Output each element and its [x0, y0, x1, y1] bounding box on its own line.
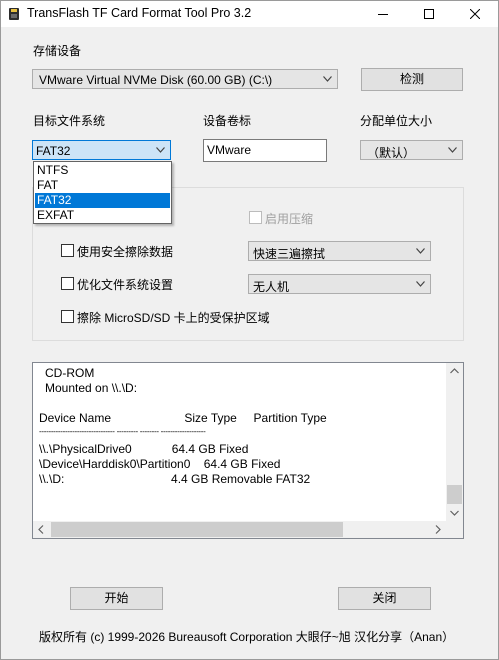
log-line: -------------------------------- -------… — [39, 427, 206, 436]
optimize-mode-select[interactable]: 无人机 — [248, 274, 431, 294]
title-bar[interactable]: TransFlash TF Card Format Tool Pro 3.2 — [1, 1, 498, 27]
scroll-corner — [446, 521, 463, 538]
copyright-text: 版权所有 (c) 1999-2026 Bureausoft Corporatio… — [39, 630, 455, 644]
allocation-size-value: （默认） — [367, 146, 416, 160]
scroll-up-icon[interactable] — [450, 368, 459, 374]
device-log[interactable]: CD-ROM Mounted on \\.\D: Device Name Siz… — [32, 362, 464, 539]
filesystem-value: FAT32 — [36, 144, 71, 158]
chevron-down-icon — [416, 281, 425, 287]
volume-label-field[interactable] — [203, 139, 327, 162]
filesystem-option-fat32[interactable]: FAT32 — [35, 193, 170, 208]
filesystem-option-exfat[interactable]: EXFAT — [35, 208, 170, 223]
horizontal-scroll-thumb[interactable] — [51, 522, 343, 537]
log-line: CD-ROM — [45, 366, 95, 380]
log-line: Device Name Size Type Partition Type — [39, 411, 327, 425]
close-button[interactable]: 关闭 — [338, 587, 431, 610]
vertical-scroll-thumb[interactable] — [447, 485, 462, 504]
compress-checkbox[interactable] — [249, 211, 262, 224]
filesystem-option-fat[interactable]: FAT — [35, 178, 170, 193]
allocation-size-select[interactable]: （默认） — [360, 140, 463, 160]
filesystem-select[interactable]: FAT32 — [32, 140, 171, 160]
filesystem-dropdown-list: NTFS FAT FAT32 EXFAT — [33, 161, 172, 224]
minimize-button[interactable] — [360, 1, 406, 27]
volume-label-label: 设备卷标 — [203, 114, 252, 128]
storage-device-select[interactable]: VMware Virtual NVMe Disk (60.00 GB) (C:\… — [32, 69, 338, 89]
erase-mode-select[interactable]: 快速三遍擦拭 — [248, 241, 431, 261]
start-button[interactable]: 开始 — [70, 587, 163, 610]
app-window: TransFlash TF Card Format Tool Pro 3.2 存… — [0, 0, 499, 660]
detect-button[interactable]: 检测 — [361, 68, 463, 91]
vertical-scrollbar[interactable] — [446, 363, 463, 521]
optimize-fs-label[interactable]: 优化文件系统设置 — [77, 276, 173, 293]
storage-device-label: 存储设备 — [33, 44, 82, 58]
optimize-fs-checkbox[interactable] — [61, 277, 74, 290]
filesystem-option-ntfs[interactable]: NTFS — [35, 163, 170, 178]
volume-label-input[interactable] — [207, 143, 319, 157]
optimize-mode-value: 无人机 — [253, 280, 290, 294]
erase-mode-value: 快速三遍擦拭 — [253, 247, 326, 261]
log-line: \Device\Harddisk0\Partition0 64.4 GB Fix… — [39, 457, 281, 471]
maximize-button[interactable] — [406, 1, 452, 27]
chevron-down-icon — [323, 76, 332, 82]
scroll-left-icon[interactable] — [38, 525, 44, 534]
horizontal-scrollbar[interactable] — [33, 521, 446, 538]
window-title: TransFlash TF Card Format Tool Pro 3.2 — [27, 6, 252, 20]
log-line: \\.\D: 4.4 GB Removable FAT32 — [39, 472, 311, 486]
compress-label: 启用压缩 — [265, 212, 314, 226]
erase-protected-label[interactable]: 擦除 MicroSD/SD 卡上的受保护区域 — [77, 309, 270, 326]
minimize-icon — [378, 14, 388, 15]
filesystem-label: 目标文件系统 — [33, 114, 106, 128]
chevron-down-icon — [448, 147, 457, 153]
close-window-button[interactable] — [452, 1, 498, 27]
erase-protected-checkbox[interactable] — [61, 310, 74, 323]
secure-erase-checkbox[interactable] — [61, 244, 74, 257]
log-line: \\.\PhysicalDrive0 64.4 GB Fixed — [39, 442, 249, 456]
scroll-right-icon[interactable] — [435, 525, 441, 534]
app-icon — [9, 8, 19, 20]
secure-erase-label[interactable]: 使用安全擦除数据 — [77, 243, 173, 260]
chevron-down-icon — [416, 248, 425, 254]
log-line: Mounted on \\.\D: — [45, 381, 138, 395]
close-icon — [470, 9, 480, 19]
storage-device-value: VMware Virtual NVMe Disk (60.00 GB) (C:\… — [39, 73, 273, 87]
scroll-down-icon[interactable] — [450, 510, 459, 516]
maximize-icon — [424, 9, 434, 19]
chevron-down-icon — [156, 147, 165, 153]
allocation-size-label: 分配单位大小 — [360, 114, 433, 128]
